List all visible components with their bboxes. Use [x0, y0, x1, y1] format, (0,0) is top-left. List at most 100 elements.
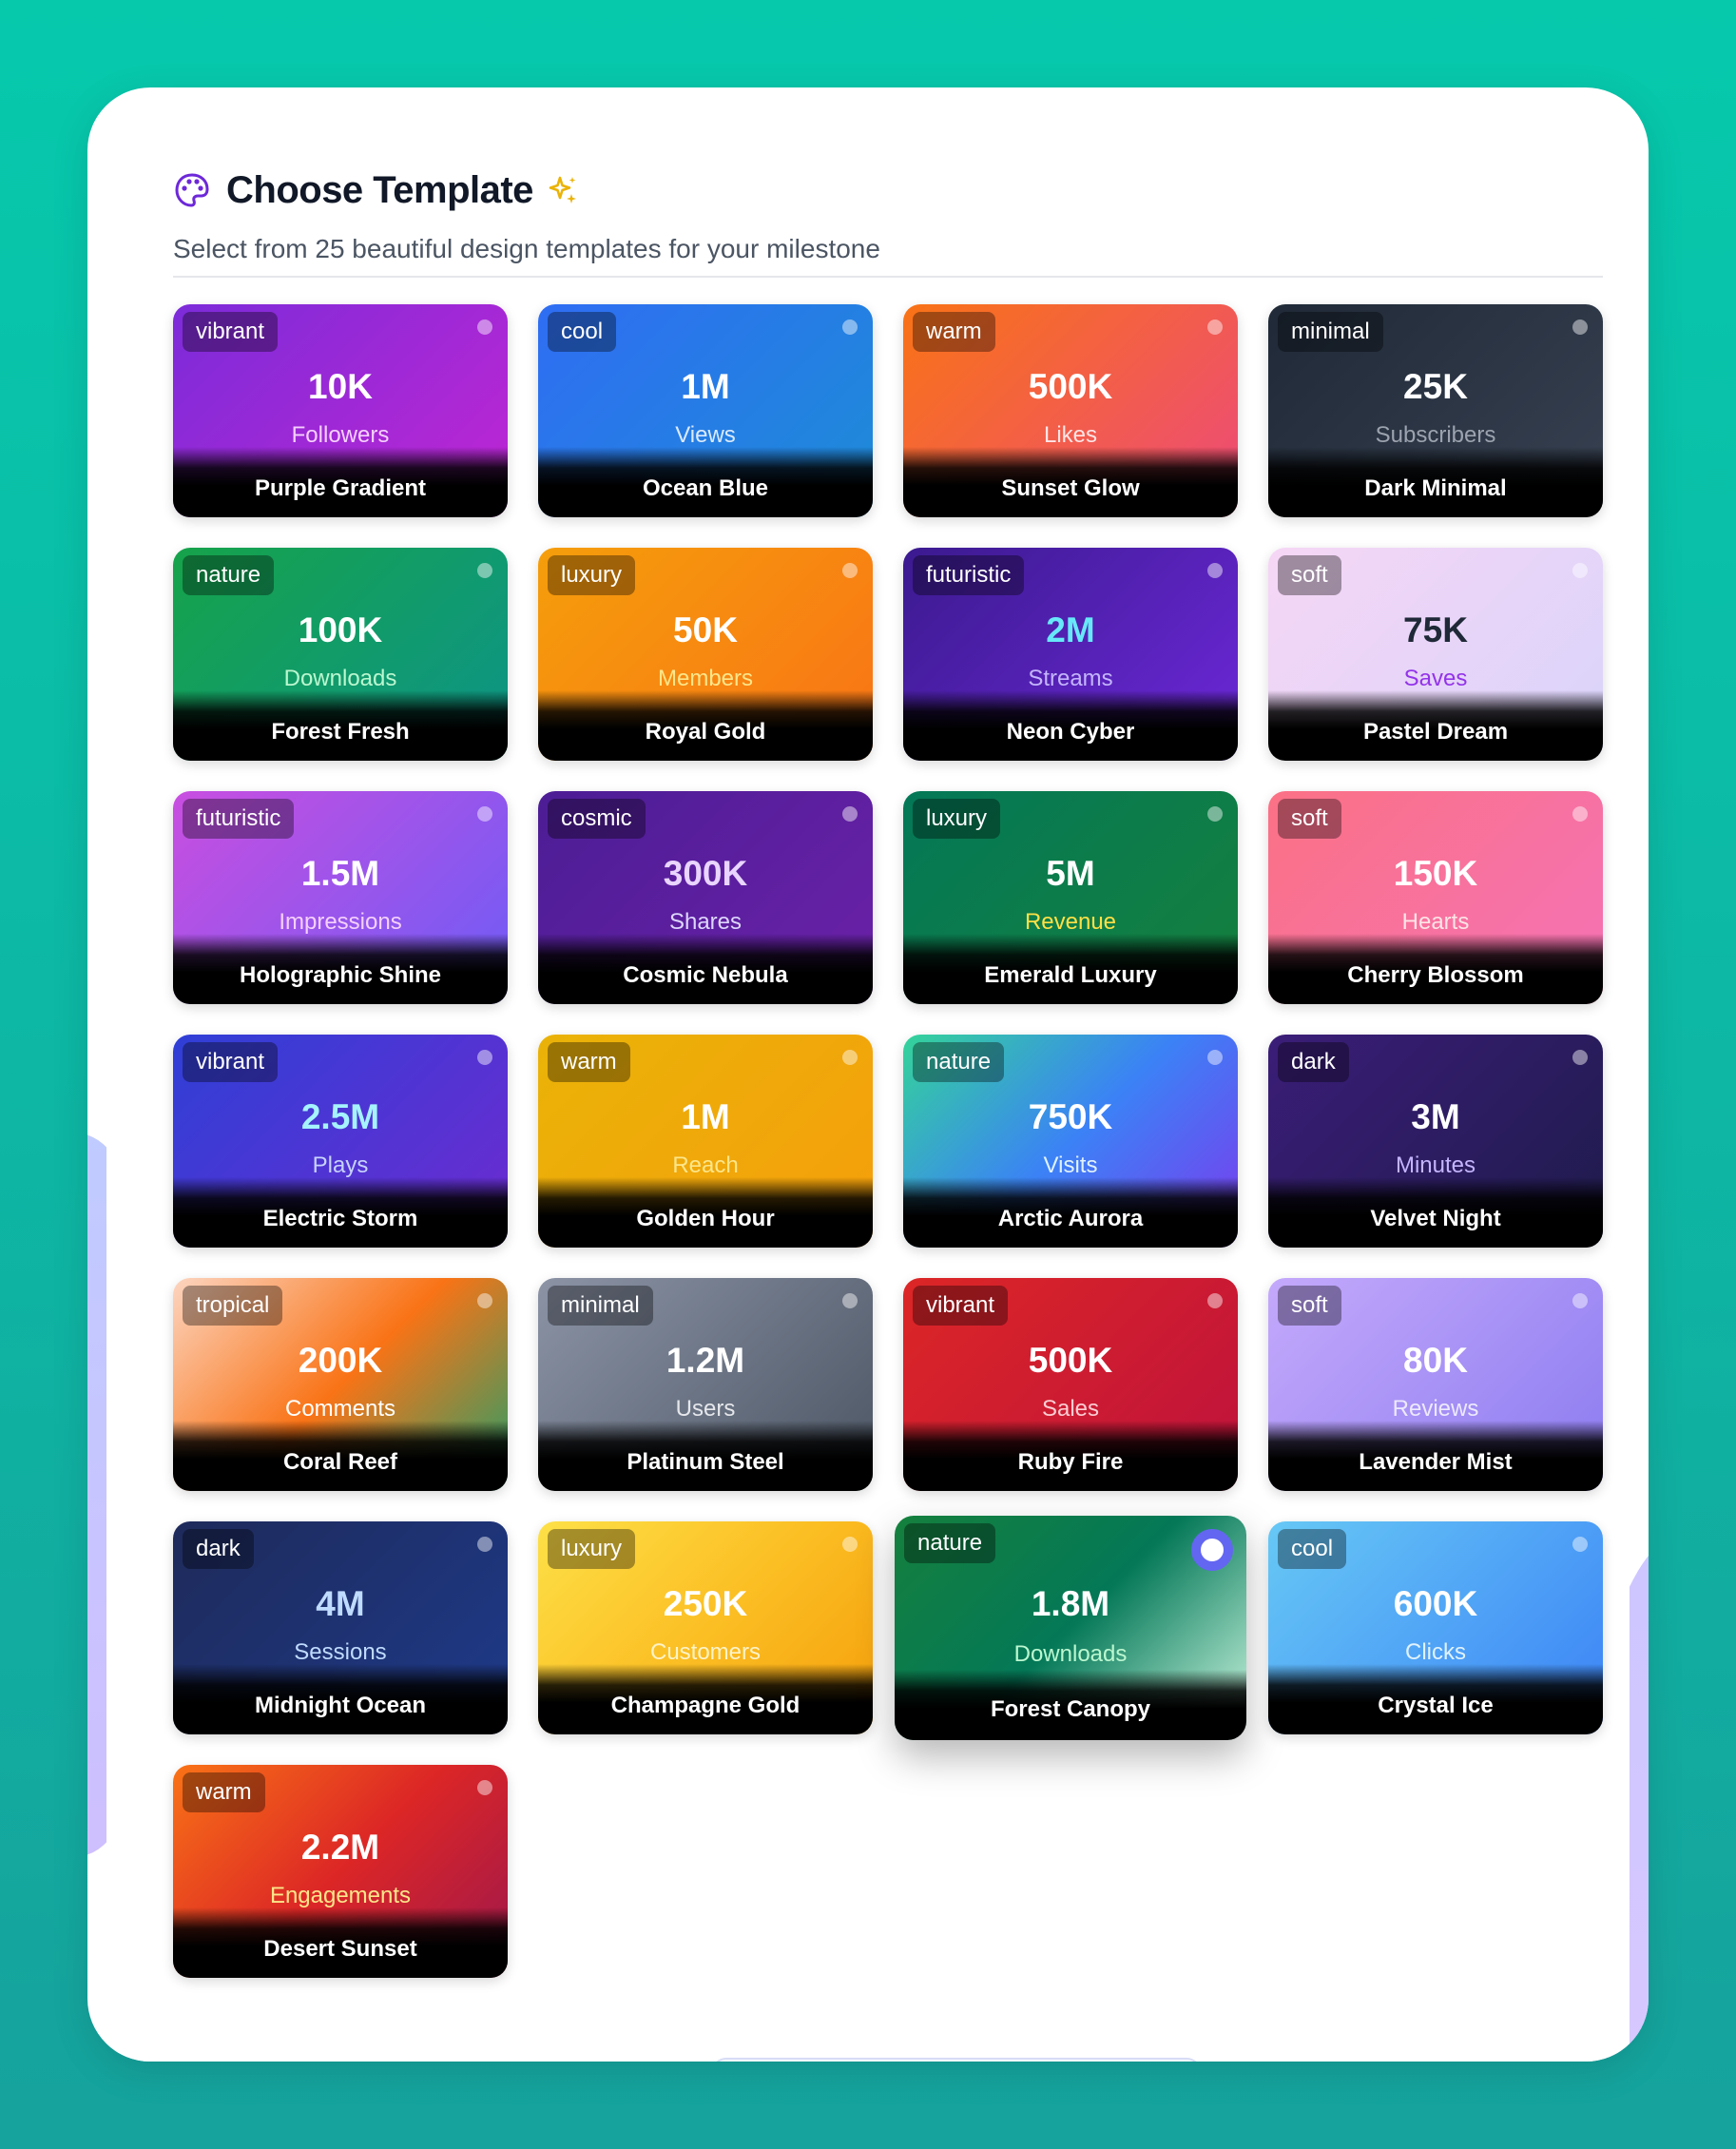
template-card[interactable]: nature 1.8M Downloads Forest Canopy [895, 1516, 1246, 1740]
template-name: Velvet Night [1370, 1206, 1501, 1231]
metric-label: Users [675, 1396, 736, 1422]
metric-label: Reach [672, 1152, 739, 1178]
metric-label: Sales [1041, 1396, 1100, 1422]
radio-icon [842, 806, 858, 822]
template-card[interactable]: soft 80K Reviews Lavender Mist [1268, 1278, 1603, 1491]
radio-icon [477, 563, 492, 578]
category-tag: luxury [548, 555, 636, 595]
panel-content: Choose Template Select from 25 beautiful… [106, 103, 1630, 2062]
radio-icon [1207, 319, 1223, 335]
milestone-value: 4M [316, 1584, 365, 1623]
template-card[interactable]: nature 100K Downloads Forest Fresh [173, 548, 508, 761]
template-card[interactable]: vibrant 500K Sales Ruby Fire [903, 1278, 1238, 1491]
milestone-value: 1M [681, 1097, 730, 1136]
metric-label: Clicks [1405, 1639, 1466, 1665]
milestone-value: 1.5M [300, 854, 380, 893]
page-subtitle: Select from 25 beautiful design template… [173, 234, 880, 263]
radio-icon [1207, 806, 1223, 822]
radio-icon [1572, 563, 1588, 578]
metric-label: Views [675, 422, 736, 448]
milestone-value: 5M [1046, 854, 1095, 893]
title-row: Choose Template [173, 165, 880, 215]
template-card[interactable]: luxury 5M Revenue Emerald Luxury [903, 791, 1238, 1004]
template-card[interactable]: soft 75K Saves Pastel Dream [1268, 548, 1603, 761]
template-card[interactable]: minimal 1.2M Users Platinum Steel [538, 1278, 873, 1491]
radio-icon [477, 1050, 492, 1065]
template-card[interactable]: vibrant 10K Followers Purple Gradient [173, 304, 508, 517]
category-tag: cool [1278, 1529, 1347, 1569]
category-tag: warm [548, 1042, 630, 1082]
template-card[interactable]: luxury 250K Customers Champagne Gold [538, 1521, 873, 1734]
milestone-value: 3M [1411, 1097, 1460, 1136]
template-name: Electric Storm [262, 1206, 418, 1231]
radio-icon [1572, 319, 1588, 335]
template-name: Midnight Ocean [255, 1693, 426, 1718]
radio-icon [1572, 1293, 1588, 1308]
metric-label: Downloads [283, 666, 397, 691]
template-card[interactable]: futuristic 2M Streams Neon Cyber [903, 548, 1238, 761]
radio-icon [842, 563, 858, 578]
template-card[interactable]: minimal 25K Subscribers Dark Minimal [1268, 304, 1603, 517]
metric-label: Minutes [1395, 1152, 1476, 1178]
radio-icon [842, 319, 858, 335]
radio-icon [477, 1293, 492, 1308]
template-panel: Choose Template Select from 25 beautiful… [87, 87, 1649, 2062]
radio-icon [477, 1780, 492, 1795]
metric-label: Saves [1403, 666, 1468, 691]
radio-icon [477, 806, 492, 822]
metric-label: Reviews [1392, 1396, 1479, 1422]
metric-label: Revenue [1024, 909, 1117, 935]
template-card[interactable]: futuristic 1.5M Impressions Holographic Shi… [173, 791, 508, 1004]
template-name: Royal Gold [645, 719, 766, 745]
radio-icon [842, 1537, 858, 1552]
template-card[interactable]: soft 150K Hearts Cherry Blossom [1268, 791, 1603, 1004]
template-name: Coral Reef [282, 1449, 398, 1475]
metric-label: Sessions [294, 1639, 387, 1665]
category-tag: vibrant [913, 1286, 1009, 1326]
template-card[interactable]: vibrant 2.5M Plays Electric Storm [173, 1035, 508, 1248]
template-name: Forest Fresh [271, 719, 410, 745]
category-tag: dark [183, 1529, 254, 1569]
template-card[interactable]: tropical 200K Comments Coral Reef [173, 1278, 508, 1491]
template-card[interactable]: nature 750K Visits Arctic Aurora [903, 1035, 1238, 1248]
template-card[interactable]: dark 3M Minutes Velvet Night [1268, 1035, 1603, 1248]
palette-icon [175, 173, 209, 207]
milestone-value: 1.8M [1031, 1584, 1110, 1623]
radio-icon [1572, 1537, 1588, 1552]
category-tag: soft [1278, 1286, 1341, 1326]
milestone-value: 75K [1403, 610, 1468, 649]
category-tag: futuristic [183, 799, 295, 839]
category-tag: minimal [1278, 312, 1383, 352]
milestone-value: 50K [673, 610, 738, 649]
template-name: Desert Sunset [263, 1936, 417, 1962]
template-name: Platinum Steel [627, 1449, 784, 1475]
template-name: Dark Minimal [1364, 475, 1507, 501]
radio-icon [1207, 1293, 1223, 1308]
milestone-value: 500K [1028, 367, 1113, 406]
header: Choose Template Select from 25 beautiful… [173, 165, 880, 264]
template-name: Arctic Aurora [997, 1206, 1144, 1231]
template-card[interactable]: warm 1M Reach Golden Hour [538, 1035, 873, 1248]
template-card[interactable]: cool 600K Clicks Crystal Ice [1268, 1521, 1603, 1734]
category-tag: luxury [548, 1529, 636, 1569]
template-card[interactable]: luxury 50K Members Royal Gold [538, 548, 873, 761]
template-card[interactable]: cool 1M Views Ocean Blue [538, 304, 873, 517]
template-card[interactable]: dark 4M Sessions Midnight Ocean [173, 1521, 508, 1734]
milestone-value: 200K [298, 1341, 383, 1380]
template-name: Ocean Blue [642, 475, 769, 501]
template-card[interactable]: warm 2.2M Engagements Desert Sunset [173, 1765, 508, 1978]
milestone-value: 150K [1393, 854, 1478, 893]
milestone-value: 2M [1046, 610, 1095, 649]
category-tag: minimal [548, 1286, 653, 1326]
metric-label: Plays [312, 1152, 369, 1178]
category-tag: futuristic [913, 555, 1025, 595]
radio-icon [1572, 1050, 1588, 1065]
template-card[interactable]: cosmic 300K Shares Cosmic Nebula [538, 791, 873, 1004]
template-name: Forest Canopy [990, 1696, 1151, 1722]
page-title: Choose Template [226, 168, 533, 211]
milestone-value: 1.2M [665, 1341, 745, 1380]
template-name: Sunset Glow [1001, 475, 1140, 501]
template-card[interactable]: warm 500K Likes Sunset Glow [903, 304, 1238, 517]
category-tag: tropical [183, 1286, 283, 1326]
milestone-value: 1M [681, 367, 730, 406]
